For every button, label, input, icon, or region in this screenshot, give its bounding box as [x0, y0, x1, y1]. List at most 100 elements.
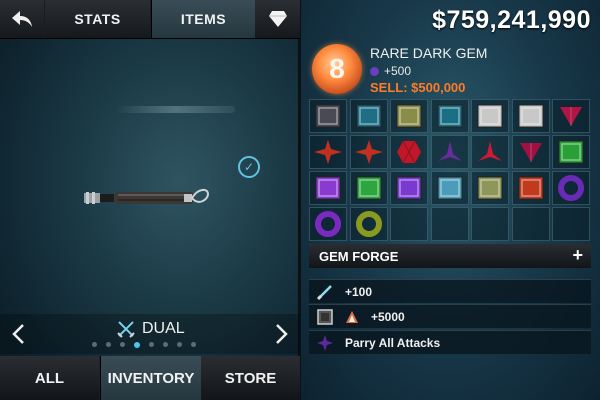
square-gem-icon [356, 176, 381, 200]
gem-slot[interactable] [349, 207, 388, 241]
star-gem-icon [314, 140, 342, 164]
gem-slot[interactable] [309, 135, 347, 169]
hexagon-gem-icon [397, 140, 421, 164]
square-gem-icon [558, 140, 584, 164]
gem-slot[interactable] [309, 171, 347, 205]
plus-icon[interactable]: + [572, 245, 583, 266]
page-dot [177, 342, 182, 347]
star3-gem-icon [437, 141, 462, 161]
gem-slot[interactable] [390, 99, 428, 133]
square-gem-icon [356, 104, 381, 128]
gem-bonus: +500 [370, 64, 411, 78]
gem-slot-icon [317, 309, 333, 325]
selected-gem-icon: 8 [312, 44, 362, 94]
gem-slot[interactable] [390, 135, 428, 169]
gem-slot-empty[interactable] [430, 207, 469, 241]
tab-stats[interactable]: STATS [45, 0, 150, 38]
gem-slot[interactable] [511, 135, 550, 169]
blade-icon [317, 285, 332, 300]
gem-slot-empty[interactable] [552, 207, 590, 241]
ability-row: Parry All Attacks [309, 330, 591, 354]
page-dot [106, 342, 111, 347]
square-gem-icon [437, 176, 462, 200]
page-dot [149, 342, 154, 347]
gem-slot[interactable] [511, 99, 550, 133]
page-dot [120, 342, 125, 347]
lightsaber-blade-ghost [115, 106, 235, 113]
ability-row: +100 [309, 279, 591, 303]
gem-slot-empty[interactable] [471, 207, 509, 241]
square-gem-icon [477, 176, 503, 200]
page-dot [163, 342, 168, 347]
gem-name: RARE DARK GEM [370, 45, 488, 61]
gem-slot[interactable] [349, 171, 388, 205]
gem-slot[interactable] [309, 99, 347, 133]
crossed-sabers-icon [117, 321, 135, 338]
diamond-icon [268, 11, 287, 27]
money-balance: $759,241,990 [432, 6, 591, 34]
chevron-left-icon [12, 324, 24, 344]
square-gem-icon [396, 104, 422, 128]
gem-slot[interactable] [430, 99, 469, 133]
parry-star-icon [317, 335, 333, 351]
ability-text: +5000 [371, 309, 405, 324]
back-button[interactable] [0, 0, 44, 38]
square-gem-icon [518, 176, 543, 200]
prev-arrow-button[interactable] [0, 314, 36, 354]
square-gem-icon [437, 104, 462, 128]
star-gem-icon [354, 140, 383, 164]
ring-gem-icon [355, 211, 382, 237]
gem-slot[interactable] [552, 99, 590, 133]
next-arrow-button[interactable] [264, 314, 300, 354]
gem-slot[interactable] [430, 171, 469, 205]
page-dot [92, 342, 97, 347]
star3-gem-icon [478, 141, 502, 161]
ability-text: +100 [345, 284, 373, 299]
page-dot [134, 341, 140, 348]
page-dot [191, 342, 196, 347]
gem-slot[interactable] [309, 207, 347, 241]
tab-items[interactable]: ITEMS [151, 0, 256, 38]
gem-glyph: 8 [329, 53, 345, 84]
tab-all[interactable]: ALL [0, 356, 99, 400]
square-gem-icon [315, 104, 341, 128]
gem-bonus-value: +500 [384, 64, 412, 78]
square-gem-icon [396, 176, 422, 200]
triangle-down-gem-icon [560, 107, 582, 126]
equipped-check-icon[interactable]: ✓ [238, 156, 260, 178]
ring-gem-icon [315, 211, 341, 237]
stance-label: DUAL [142, 320, 185, 337]
triangle-down-gem-icon [519, 143, 542, 162]
gem-slot[interactable] [511, 171, 550, 205]
gem-slot-empty[interactable] [390, 207, 428, 241]
gem-forge-label: GEM FORGE [319, 248, 399, 264]
gem-forge-bar[interactable]: GEM FORGE + [309, 244, 591, 268]
square-gem-icon [315, 176, 341, 200]
ability-row: +5000 [309, 304, 591, 328]
gem-slot[interactable] [349, 99, 388, 133]
gem-slot[interactable] [552, 135, 590, 169]
gem-slot[interactable] [390, 171, 428, 205]
lightsaber-hilt[interactable] [84, 186, 212, 210]
page-indicator [92, 341, 196, 348]
gem-slot[interactable] [471, 135, 509, 169]
gem-slot[interactable] [471, 171, 509, 205]
tab-gems[interactable] [255, 0, 300, 38]
stance-selector: DUAL [116, 318, 185, 340]
gem-sell-price[interactable]: SELL: $500,000 [370, 80, 465, 95]
back-arrow-icon [12, 11, 32, 27]
fire-triangle-icon [346, 311, 358, 323]
gem-slot[interactable] [430, 135, 469, 169]
gem-slot-empty[interactable] [511, 207, 550, 241]
square-gem-icon [477, 104, 503, 128]
gem-slot[interactable] [471, 99, 509, 133]
dark-gem-dot-icon [370, 66, 379, 76]
chevron-right-icon [276, 324, 288, 344]
square-gem-icon [518, 104, 543, 128]
gem-slot[interactable] [349, 135, 388, 169]
gem-slot[interactable] [552, 171, 590, 205]
ability-text: Parry All Attacks [345, 335, 441, 350]
tab-store[interactable]: STORE [201, 356, 300, 400]
ring-gem-icon [558, 175, 584, 201]
tab-inventory[interactable]: INVENTORY [100, 356, 202, 400]
